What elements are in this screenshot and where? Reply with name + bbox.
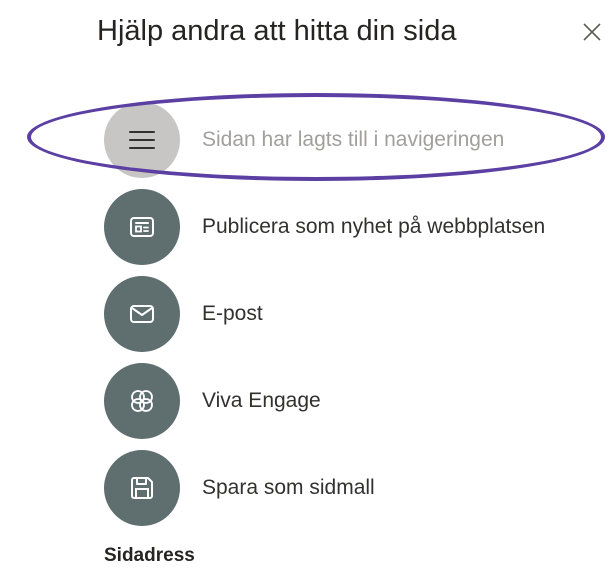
close-button[interactable]: [576, 16, 608, 48]
action-label: E-post: [202, 302, 263, 325]
mail-icon: [130, 305, 154, 323]
action-icon-circle: [104, 189, 180, 265]
action-icon-circle: [104, 450, 180, 526]
page-address-heading: Sidadress: [104, 545, 195, 566]
promote-page-panel: Hjälp andra att hitta din sida Sidan har…: [0, 0, 613, 574]
close-icon: [583, 23, 601, 41]
action-icon-circle: [104, 276, 180, 352]
action-label: Spara som sidmall: [202, 476, 375, 499]
action-label: Publicera som nyhet på webbplatsen: [202, 215, 546, 238]
viva-engage-icon: [131, 390, 153, 412]
action-save-as-template[interactable]: Spara som sidmall: [104, 450, 604, 526]
action-label: Viva Engage: [202, 389, 321, 412]
action-viva-engage[interactable]: Viva Engage: [104, 363, 604, 439]
action-publish-as-news[interactable]: Publicera som nyhet på webbplatsen: [104, 189, 604, 265]
news-icon: [130, 217, 154, 237]
action-added-to-navigation: Sidan har lagts till i navigeringen: [104, 102, 604, 178]
navigation-menu-icon: [129, 131, 155, 149]
panel-title: Hjälp andra att hitta din sida: [97, 15, 457, 47]
action-email[interactable]: E-post: [104, 276, 604, 352]
save-icon: [131, 477, 153, 499]
action-icon-circle: [104, 363, 180, 439]
promote-actions-list: Sidan har lagts till i navigeringen Publ…: [104, 102, 604, 537]
action-label: Sidan har lagts till i navigeringen: [202, 128, 505, 151]
action-icon-circle: [104, 102, 180, 178]
